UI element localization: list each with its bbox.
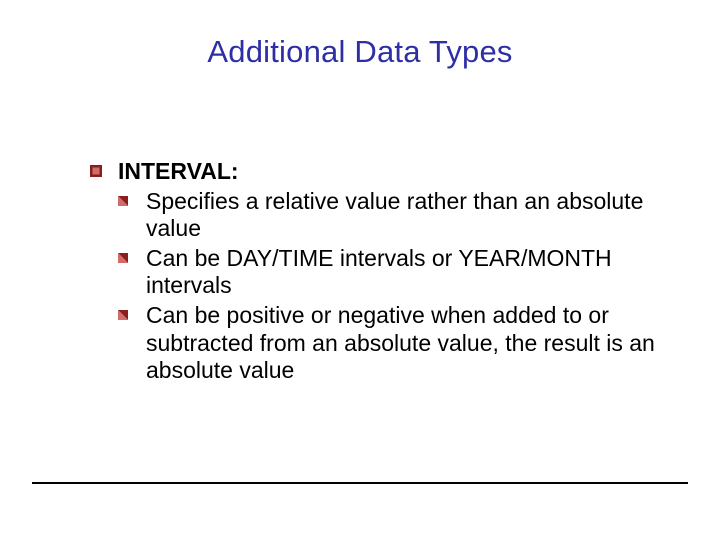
list-item: Can be DAY/TIME intervals or YEAR/MONTH … (118, 245, 662, 300)
list-text: Can be positive or negative when added t… (146, 302, 655, 383)
slide-content: INTERVAL: Specifies a relative value rat… (90, 158, 662, 385)
list-item: Can be positive or negative when added t… (118, 302, 662, 385)
bullet-icon (90, 165, 102, 177)
list-heading: INTERVAL: (118, 158, 239, 184)
bullet-icon (118, 253, 128, 263)
slide-title: Additional Data Types (0, 34, 720, 70)
bullet-icon (118, 196, 128, 206)
list-text: Can be DAY/TIME intervals or YEAR/MONTH … (146, 245, 612, 299)
list-item: Specifies a relative value rather than a… (118, 188, 662, 243)
bullet-icon (118, 310, 128, 320)
slide: Additional Data Types INTERVAL: Specifie… (0, 0, 720, 540)
list-item: INTERVAL: Specifies a relative value rat… (90, 158, 662, 385)
footer-divider (32, 482, 688, 484)
list-text: Specifies a relative value rather than a… (146, 188, 643, 242)
